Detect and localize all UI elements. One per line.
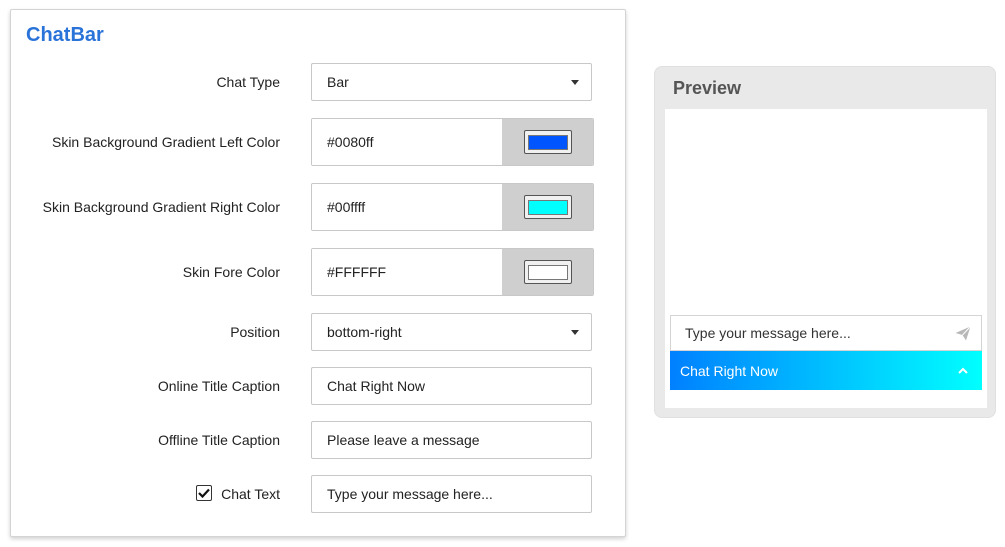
- right-color-swatch: [527, 199, 568, 215]
- chat-text-input[interactable]: Type your message here...: [311, 475, 592, 513]
- position-value: bottom-right: [327, 324, 402, 340]
- caret-down-icon: [571, 79, 579, 85]
- left-color-label: Skin Background Gradient Left Color: [51, 134, 280, 150]
- offline-title-row: Offline Title Caption Please leave a mes…: [11, 421, 625, 459]
- preview-title: Preview: [673, 78, 742, 98]
- chat-type-row: Chat Type Bar: [11, 63, 625, 101]
- right-color-picker-button[interactable]: [502, 184, 593, 230]
- chatbar-settings-panel: ChatBar Chat Type Bar Skin Background Gr…: [10, 9, 626, 537]
- fore-color-picker-button[interactable]: [502, 249, 593, 295]
- chat-text-checkbox[interactable]: [196, 485, 212, 501]
- position-select[interactable]: bottom-right: [311, 313, 592, 351]
- swatch-frame: [523, 195, 572, 219]
- checkmark-icon: [198, 488, 210, 498]
- fore-color-swatch: [527, 264, 568, 280]
- chevron-up-icon[interactable]: [958, 367, 968, 374]
- offline-title-input[interactable]: Please leave a message: [311, 421, 592, 459]
- caret-down-icon: [571, 329, 579, 335]
- right-color-field: #00ffff: [311, 183, 594, 231]
- preview-message-placeholder: Type your message here...: [685, 325, 851, 341]
- position-row: Position bottom-right: [11, 313, 625, 351]
- left-color-row: Skin Background Gradient Left Color #008…: [11, 118, 625, 166]
- left-color-field: #0080ff: [311, 118, 594, 166]
- chat-type-value: Bar: [327, 74, 349, 90]
- chat-type-select[interactable]: Bar: [311, 63, 592, 101]
- position-label: Position: [230, 324, 280, 340]
- preview-chat-bar[interactable]: Chat Right Now: [670, 351, 982, 390]
- right-color-row: Skin Background Gradient Right Color #00…: [11, 183, 625, 231]
- preview-message-input[interactable]: Type your message here...: [670, 315, 982, 351]
- chat-text-row: Chat Text Type your message here...: [11, 475, 625, 513]
- online-title-input[interactable]: Chat Right Now: [311, 367, 592, 405]
- fore-color-field: #FFFFFF: [311, 248, 594, 296]
- right-color-input[interactable]: #00ffff: [312, 184, 502, 230]
- offline-title-label: Offline Title Caption: [158, 432, 280, 448]
- chat-type-label: Chat Type: [216, 74, 280, 90]
- right-color-label: Skin Background Gradient Right Color: [42, 199, 280, 215]
- swatch-frame: [523, 260, 572, 284]
- fore-color-row: Skin Fore Color #FFFFFF: [11, 248, 625, 296]
- swatch-frame: [523, 130, 572, 154]
- left-color-picker-button[interactable]: [502, 119, 593, 165]
- left-color-swatch: [527, 134, 568, 150]
- fore-color-label: Skin Fore Color: [182, 264, 280, 280]
- left-color-input[interactable]: #0080ff: [312, 119, 502, 165]
- chat-text-label: Chat Text: [221, 486, 280, 502]
- online-title-row: Online Title Caption Chat Right Now: [11, 367, 625, 405]
- fore-color-input[interactable]: #FFFFFF: [312, 249, 502, 295]
- panel-title: ChatBar: [26, 24, 104, 46]
- preview-area: Type your message here... Chat Right Now: [665, 109, 987, 408]
- send-icon[interactable]: [955, 325, 971, 341]
- preview-chat-bar-caption: Chat Right Now: [680, 362, 779, 379]
- preview-panel: Preview Type your message here... Chat R…: [654, 66, 996, 418]
- online-title-label: Online Title Caption: [157, 378, 280, 394]
